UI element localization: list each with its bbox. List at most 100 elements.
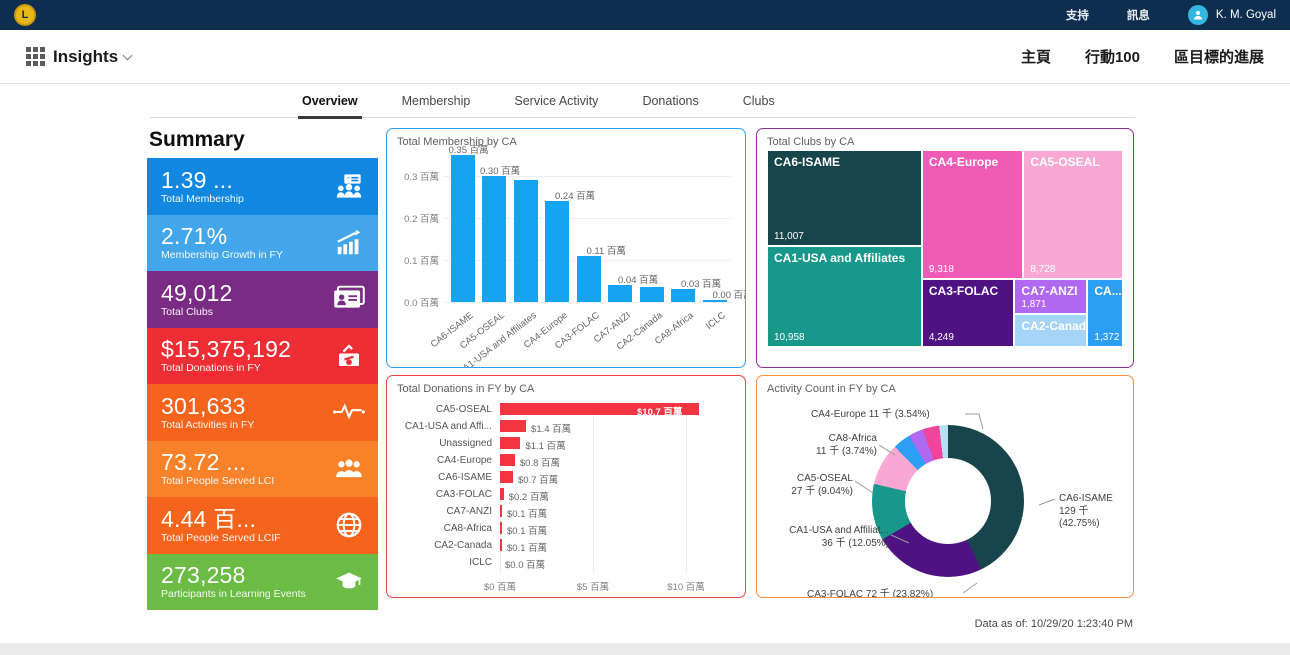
- header-link-0[interactable]: 主頁: [1021, 46, 1051, 67]
- bar-value-label: $0.2 百萬: [508, 492, 549, 503]
- dashboard-body: Summary 1.39 ... Total Membership 2.71% Mem…: [147, 128, 1290, 610]
- tab-clubs[interactable]: Clubs: [743, 94, 775, 117]
- treemap-tile-CA5-OSEAL[interactable]: CA5-OSEAL 8,728: [1023, 150, 1123, 280]
- tile-value: 1,871: [1021, 298, 1047, 310]
- bar-CA3-FOLAC[interactable]: [576, 255, 601, 302]
- bar-value-label: $10.7 百萬: [637, 407, 683, 418]
- activity-donut-panel[interactable]: Activity Count in FY by CA CA6-ISAME 129…: [756, 375, 1134, 598]
- kpi-card-3[interactable]: $15,375,192 Total Donations in FY: [147, 327, 378, 384]
- kpi-value: 2.71%: [161, 223, 228, 250]
- bar-value-label: 0.04 百萬: [618, 275, 659, 287]
- kpi-card-2[interactable]: 49,012 Total Clubs: [147, 271, 378, 328]
- treemap-tile-CA6-ISAME[interactable]: CA6-ISAME 11,007: [767, 150, 922, 246]
- messages-link[interactable]: 訊息: [1127, 7, 1150, 23]
- tab-donations[interactable]: Donations: [642, 94, 698, 117]
- kpi-card-7[interactable]: 273,258 Participants in Learning Events: [147, 553, 378, 610]
- tile-name: CA7-ANZI: [1021, 284, 1078, 299]
- bar-CA3-FOLAC[interactable]: [500, 488, 504, 500]
- kpi-text: 301,633 Total Activities in FY: [161, 394, 332, 431]
- header-nav: 主頁 行動100 區目標的進展: [1021, 46, 1264, 67]
- bar-value-label: 0.00 百萬: [712, 290, 746, 301]
- treemap-tile-CA3-FOLAC[interactable]: CA3-FOLAC 4,249: [921, 279, 1015, 347]
- bar-CA1-USA and Affiliates[interactable]: [513, 180, 538, 302]
- kpi-card-1[interactable]: 2.71% Membership Growth in FY: [147, 214, 378, 271]
- total-donations-chart-panel[interactable]: Total Donations in FY by CA $0 百萬 $5 百萬 $1…: [386, 375, 746, 598]
- bar-CA2-Canada[interactable]: [500, 539, 502, 551]
- bar-value-label: $0.7 百萬: [518, 475, 559, 486]
- app-title[interactable]: Insights: [53, 47, 118, 67]
- row-label: ICLC: [469, 557, 492, 568]
- treemap-tile-CA4-Europe[interactable]: CA4-Europe 9,318: [921, 150, 1024, 280]
- kpi-label: Total Clubs: [161, 305, 213, 318]
- bar-CA1-USAandAffi[interactable]: [500, 420, 527, 432]
- treemap-tile-CA7-ANZI[interactable]: CA7-ANZI 1,871: [1014, 279, 1088, 314]
- kpi-text: 4.44 百... Total People Served LCIF: [161, 507, 332, 544]
- row-label: CA6-ISAME: [438, 472, 492, 483]
- apps-grid-icon[interactable]: [26, 47, 45, 66]
- kpi-card-0[interactable]: 1.39 ... Total Membership: [147, 158, 378, 215]
- growth-icon: [332, 228, 366, 258]
- y-axis-tick: 0.0 百萬: [404, 298, 439, 309]
- bar-value-label: $1.4 百萬: [531, 424, 572, 435]
- bar-CA2-Canada[interactable]: [639, 287, 664, 302]
- treemap-tile-CA2-Canada[interactable]: CA2-Canada: [1014, 313, 1088, 347]
- bar-value-label: $0.0 百萬: [505, 560, 546, 571]
- y-axis-tick: 0.2 百萬: [404, 214, 439, 225]
- kpi-card-4[interactable]: 301,633 Total Activities in FY: [147, 384, 378, 441]
- tile-name: CA4-Europe: [928, 155, 999, 169]
- user-menu[interactable]: K. M. Goyal: [1187, 5, 1276, 25]
- tab-service-activity[interactable]: Service Activity: [514, 94, 598, 117]
- header-link-1[interactable]: 行動100: [1085, 46, 1140, 67]
- membership-bar-chart: 0.0 百萬 0.1 百萬 0.2 百萬 0.3 百萬 0.35 百萬 CA6-ISAME…: [397, 145, 745, 367]
- kpi-text: 1.39 ... Total Membership: [161, 168, 332, 205]
- chevron-down-icon[interactable]: [122, 50, 133, 60]
- total-clubs-treemap-panel[interactable]: Total Clubs by CA CA6-ISAME 11,007 CA1-USA…: [756, 128, 1134, 368]
- y-axis-tick: 0.3 百萬: [404, 172, 439, 183]
- donut-label-CA5-OSEAL: CA5-OSEAL 27 千 (9.04%): [791, 473, 853, 497]
- total-membership-chart-panel[interactable]: Total Membership by CA 0.0 百萬 0.1 百萬 0.2 百…: [386, 128, 746, 368]
- bar-value-label: $0.8 百萬: [519, 458, 561, 469]
- tile-name: CA3-FOLAC: [928, 284, 999, 299]
- bar-value-label: $1.1 百萬: [525, 441, 566, 452]
- bar-value-label: $0.1 百萬: [507, 526, 548, 537]
- kpi-card-6[interactable]: 4.44 百... Total People Served LCIF: [147, 497, 378, 554]
- kpi-card-list: 1.39 ... Total Membership 2.71% Membership …: [147, 158, 378, 610]
- row-label: CA4-Europe: [436, 455, 492, 466]
- x-axis-tick: $5 百萬: [576, 582, 610, 593]
- gridline: [593, 403, 594, 573]
- bar-value-label: 0.11 百萬: [586, 245, 626, 257]
- bar-CA4-Europe[interactable]: [500, 454, 515, 466]
- bar-CA8-Africa[interactable]: [500, 522, 502, 534]
- tab-overview[interactable]: Overview: [298, 94, 362, 119]
- kpi-value: 4.44 百...: [161, 505, 257, 532]
- kpi-text: 273,258 Participants in Learning Events: [161, 563, 332, 600]
- bar-CA7-ANZI[interactable]: [500, 505, 502, 517]
- header-link-2[interactable]: 區目標的進展: [1174, 46, 1264, 67]
- bar-CA6-ISAME[interactable]: [500, 471, 514, 483]
- chart-title: Total Clubs by CA: [767, 136, 855, 148]
- support-link[interactable]: 支持: [1066, 7, 1089, 23]
- kpi-card-5[interactable]: 73.72 ... Total People Served LCI: [147, 440, 378, 497]
- activity-donut-chart: CA6-ISAME 129 千 (42.75%) CA3-FOLAC 72 千 (…: [767, 397, 1123, 597]
- x-axis-label: ICLC: [703, 310, 728, 333]
- y-axis-tick: 0.1 百萬: [404, 256, 439, 267]
- top-navbar: L 支持 訊息 K. M. Goyal: [0, 0, 1290, 30]
- gridline: [443, 302, 731, 303]
- donation-icon: [332, 341, 366, 371]
- bar-CA4-Europe[interactable]: [545, 201, 569, 302]
- bar-CA8-Africa[interactable]: [671, 289, 695, 302]
- tile-name: CA1-USA and Affiliates: [774, 250, 906, 265]
- row-label: CA8-Africa: [443, 523, 492, 534]
- tab-membership[interactable]: Membership: [402, 94, 471, 117]
- graduation-cap-icon: [332, 567, 366, 597]
- summary-title: Summary: [149, 128, 245, 151]
- bar-CA6-ISAME[interactable]: [450, 155, 475, 302]
- treemap-tile-CA[interactable]: CA... 1,372: [1087, 279, 1123, 347]
- bar-CA5-OSEAL[interactable]: [482, 176, 506, 302]
- bar-value-label: 0.24 百萬: [555, 191, 596, 203]
- treemap-tile-CA1-USAandAffiliates[interactable]: CA1-USA and Affiliates 10,958: [767, 245, 922, 347]
- bar-CA7-ANZI[interactable]: [608, 285, 632, 302]
- bar-Unassigned[interactable]: [500, 437, 521, 449]
- bar-value-label: $0.1 百萬: [507, 543, 548, 554]
- user-avatar-icon: [1187, 5, 1208, 25]
